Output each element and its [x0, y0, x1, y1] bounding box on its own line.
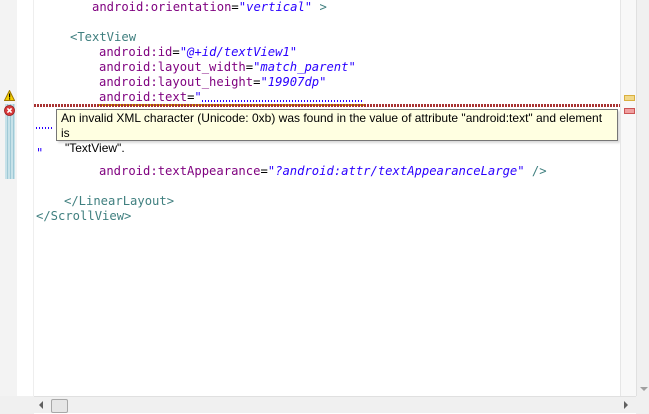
scrollview-close-tag[interactable]: </ScrollView> — [36, 209, 131, 224]
error-tooltip: An invalid XML character (Unicode: 0xb) … — [56, 109, 618, 155]
linearlayout-close-tag[interactable]: </LinearLayout> — [64, 194, 174, 209]
line-gutter — [17, 0, 34, 396]
tooltip-line-2: "TextView". — [65, 141, 125, 155]
invisible-chars — [202, 100, 362, 102]
attr-name: android:text — [99, 90, 188, 104]
line-orientation[interactable]: android:orientation="vertical" > — [92, 0, 327, 15]
attr-name: android:textAppearance — [99, 164, 261, 178]
attr-name: android:id — [99, 45, 173, 59]
vertical-scrollbar[interactable] — [636, 0, 649, 396]
attr-value: "match_parent" — [253, 60, 356, 74]
attr-value: "19907dp" — [260, 75, 327, 89]
attr-name: android:layout_height — [99, 75, 254, 89]
attr-value: "?android:attr/textAppearanceLarge" — [267, 164, 525, 178]
xml-editor[interactable]: android:orientation="vertical" > <TextVi… — [34, 0, 620, 396]
attr-name: android:layout_width — [99, 60, 246, 74]
scroll-right-icon[interactable] — [624, 401, 628, 409]
attr-name: android:orientation — [92, 0, 232, 14]
overview-ruler[interactable] — [620, 0, 637, 396]
equals-sign: = — [245, 60, 254, 74]
line-id[interactable]: android:id="@+id/textView1" — [99, 45, 297, 60]
scrollbar-thumb[interactable] — [51, 399, 68, 413]
attr-value: " — [194, 90, 202, 104]
attr-value: "vertical" — [238, 0, 313, 14]
scroll-left-icon[interactable] — [39, 401, 43, 409]
scrollbar-spacer — [0, 396, 34, 414]
line-layout-width[interactable]: android:layout_width="match_parent" — [99, 60, 356, 75]
equals-sign: = — [172, 45, 180, 59]
warning-icon[interactable] — [4, 90, 15, 101]
scroll-down-icon[interactable] — [640, 387, 648, 391]
scrollbar-corner — [636, 396, 649, 414]
vertical-ruler[interactable] — [0, 0, 18, 396]
error-icon[interactable] — [4, 105, 15, 116]
overview-warning-mark[interactable] — [624, 95, 635, 101]
attr-value: "@+id/textView1" — [179, 45, 298, 59]
horizontal-scrollbar[interactable] — [34, 396, 636, 413]
tag-close: > — [312, 0, 327, 14]
invisible-chars — [36, 127, 54, 129]
equals-sign: = — [260, 164, 268, 178]
tooltip-line-1: An invalid XML character (Unicode: 0xb) … — [61, 111, 603, 140]
overview-error-mark[interactable] — [624, 108, 635, 114]
line-text-appearance[interactable]: android:textAppearance="?android:attr/te… — [99, 164, 547, 179]
textview-open-tag[interactable]: <TextView — [70, 30, 136, 45]
tag-close: /> — [524, 164, 547, 178]
text-close-quote[interactable]: " — [36, 146, 43, 161]
equals-sign: = — [231, 0, 239, 14]
line-text[interactable]: android:text=" — [99, 90, 202, 105]
line-layout-height[interactable]: android:layout_height="19907dp" — [99, 75, 326, 90]
error-squiggle — [34, 104, 620, 107]
